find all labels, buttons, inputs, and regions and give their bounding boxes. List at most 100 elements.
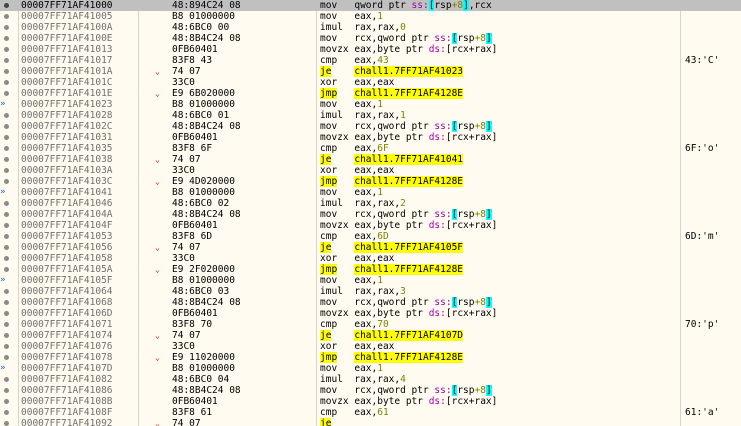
breakpoint-gutter[interactable] bbox=[0, 0, 20, 11]
jump-target[interactable]: chall1.7FF71AF4128E bbox=[354, 176, 464, 187]
instruction-row[interactable]: 00007FF71AF41053 83F8 6D cmp eax,6D 6D:'m' bbox=[0, 231, 741, 242]
breakpoint-gutter[interactable]: » bbox=[0, 275, 20, 286]
breakpoint-dot-icon[interactable] bbox=[4, 58, 9, 63]
breakpoint-dot-icon[interactable] bbox=[4, 179, 9, 184]
breakpoint-dot-icon[interactable] bbox=[4, 36, 9, 41]
disassembly-view[interactable]: 00007FF71AF41000 48:894C24 08 mov qword pt… bbox=[0, 0, 741, 426]
breakpoint-gutter[interactable] bbox=[0, 88, 20, 99]
jump-target[interactable]: chall1.7FF71AF4128E bbox=[354, 88, 464, 99]
instruction-row[interactable]: 00007FF71AF4108F 83F8 61 cmp eax,61 61:'a' bbox=[0, 407, 741, 418]
breakpoint-gutter[interactable]: » bbox=[0, 363, 20, 374]
instruction-row[interactable]: 00007FF71AF4104F 0FB60401 movzx eax,byte p… bbox=[0, 220, 741, 231]
instruction-row[interactable]: 00007FF71AF41017 83F8 43 cmp eax,43 43:'C' bbox=[0, 55, 741, 66]
instruction-row[interactable]: » 00007FF71AF41041 B8 01000000 mov eax,1 bbox=[0, 187, 741, 198]
breakpoint-dot-icon[interactable] bbox=[4, 377, 9, 382]
breakpoint-gutter[interactable] bbox=[0, 396, 20, 407]
breakpoint-dot-icon[interactable] bbox=[4, 267, 9, 272]
instruction-row[interactable]: 00007FF71AF41056 ⌄ 74 07 je chall1.7FF71AF4… bbox=[0, 242, 741, 253]
instruction-row[interactable]: 00007FF71AF4102C 48:8B4C24 08 mov rcx,qwor… bbox=[0, 121, 741, 132]
breakpoint-dot-icon[interactable] bbox=[4, 388, 9, 393]
breakpoint-gutter[interactable] bbox=[0, 33, 20, 44]
breakpoint-dot-icon[interactable] bbox=[4, 234, 9, 239]
jump-target[interactable]: chall1.7FF71AF4107D bbox=[354, 330, 464, 341]
breakpoint-gutter[interactable] bbox=[0, 231, 20, 242]
breakpoint-gutter[interactable] bbox=[0, 77, 20, 88]
instruction-row[interactable]: 00007FF71AF41078 ⌄ E9 11020000 jmp chall1.7… bbox=[0, 352, 741, 363]
instruction-row[interactable]: 00007FF71AF4108B 0FB60401 movzx eax,byte p… bbox=[0, 396, 741, 407]
breakpoint-gutter[interactable]: » bbox=[0, 187, 20, 198]
breakpoint-gutter[interactable]: » bbox=[0, 99, 20, 110]
jump-target[interactable]: chall1.7FF71AF4128E bbox=[354, 264, 464, 275]
breakpoint-gutter[interactable] bbox=[0, 220, 20, 231]
instruction-row[interactable]: 00007FF71AF41031 0FB60401 movzx eax,byte p… bbox=[0, 132, 741, 143]
jump-target[interactable]: chall1.7FF71AF4128E bbox=[354, 352, 464, 363]
breakpoint-dot-icon[interactable] bbox=[4, 410, 9, 415]
instruction-row[interactable]: 00007FF71AF41086 48:8B4C24 08 mov rcx,qwor… bbox=[0, 385, 741, 396]
jump-target[interactable]: chall1.7FF71AF41023 bbox=[354, 66, 464, 77]
breakpoint-dot-icon[interactable] bbox=[4, 168, 9, 173]
breakpoint-gutter[interactable] bbox=[0, 132, 20, 143]
breakpoint-dot-icon[interactable] bbox=[4, 223, 9, 228]
instruction-row[interactable]: 00007FF71AF4103A 33C0 xor eax,eax bbox=[0, 165, 741, 176]
breakpoint-gutter[interactable] bbox=[0, 242, 20, 253]
instruction-row[interactable]: 00007FF71AF4100E 48:8B4C24 08 mov rcx,qwor… bbox=[0, 33, 741, 44]
breakpoint-gutter[interactable] bbox=[0, 165, 20, 176]
instruction-row[interactable]: 00007FF71AF4101A ⌄ 74 07 je chall1.7FF71AF4… bbox=[0, 66, 741, 77]
instruction-row[interactable]: 00007FF71AF41005 B8 01000000 mov eax,1 bbox=[0, 11, 741, 22]
instruction-row[interactable]: 00007FF71AF4100A 48:6BC0 00 imul rax,rax,0 bbox=[0, 22, 741, 33]
breakpoint-gutter[interactable] bbox=[0, 308, 20, 319]
instruction-row[interactable]: » 00007FF71AF4107D B8 01000000 mov eax,1 bbox=[0, 363, 741, 374]
breakpoint-dot-icon[interactable] bbox=[4, 201, 9, 206]
breakpoint-dot-icon[interactable] bbox=[4, 300, 9, 305]
instruction-row[interactable]: 00007FF71AF4101E ⌄ E9 6B020000 jmp chall1.7… bbox=[0, 88, 741, 99]
breakpoint-gutter[interactable] bbox=[0, 286, 20, 297]
breakpoint-dot-icon[interactable] bbox=[4, 157, 9, 162]
instruction-row[interactable]: 00007FF71AF41013 0FB60401 movzx eax,byte p… bbox=[0, 44, 741, 55]
breakpoint-gutter[interactable] bbox=[0, 209, 20, 220]
breakpoint-gutter[interactable] bbox=[0, 198, 20, 209]
breakpoint-dot-icon[interactable] bbox=[4, 322, 9, 327]
breakpoint-dot-icon[interactable] bbox=[4, 311, 9, 316]
breakpoint-dot-icon[interactable] bbox=[4, 344, 9, 349]
breakpoint-gutter[interactable] bbox=[0, 341, 20, 352]
breakpoint-gutter[interactable] bbox=[0, 297, 20, 308]
breakpoint-dot-icon[interactable] bbox=[4, 135, 9, 140]
breakpoint-gutter[interactable] bbox=[0, 407, 20, 418]
instruction-row[interactable]: 00007FF71AF4106D 0FB60401 movzx eax,byte p… bbox=[0, 308, 741, 319]
breakpoint-gutter[interactable] bbox=[0, 319, 20, 330]
breakpoint-gutter[interactable] bbox=[0, 154, 20, 165]
jump-target[interactable]: chall1.7FF71AF41041 bbox=[354, 154, 464, 165]
jump-target[interactable]: chall1.7FF71AF4105F bbox=[354, 242, 464, 253]
breakpoint-dot-icon[interactable] bbox=[4, 113, 9, 118]
breakpoint-dot-icon[interactable] bbox=[4, 47, 9, 52]
instruction-row[interactable]: 00007FF71AF41068 48:8B4C24 08 mov rcx,qwor… bbox=[0, 297, 741, 308]
breakpoint-dot-icon[interactable] bbox=[4, 355, 9, 360]
breakpoint-gutter[interactable] bbox=[0, 352, 20, 363]
breakpoint-gutter[interactable] bbox=[0, 385, 20, 396]
breakpoint-dot-icon[interactable] bbox=[4, 256, 9, 261]
breakpoint-gutter[interactable] bbox=[0, 264, 20, 275]
breakpoint-gutter[interactable] bbox=[0, 66, 20, 77]
breakpoint-gutter[interactable] bbox=[0, 11, 20, 22]
breakpoint-gutter[interactable] bbox=[0, 110, 20, 121]
instruction-row[interactable]: 00007FF71AF41064 48:6BC0 03 imul rax,rax,3 bbox=[0, 286, 741, 297]
breakpoint-dot-icon[interactable] bbox=[4, 80, 9, 85]
instruction-row[interactable]: 00007FF71AF41076 33C0 xor eax,eax bbox=[0, 341, 741, 352]
breakpoint-dot-icon[interactable] bbox=[4, 421, 9, 426]
breakpoint-dot-icon[interactable] bbox=[4, 25, 9, 30]
instruction-row[interactable]: 00007FF71AF41046 48:6BC0 02 imul rax,rax,2 bbox=[0, 198, 741, 209]
instruction-row[interactable]: 00007FF71AF4103C ⌄ E9 4D020000 jmp chall1.7… bbox=[0, 176, 741, 187]
instruction-row[interactable]: 00007FF71AF41058 33C0 xor eax,eax bbox=[0, 253, 741, 264]
breakpoint-dot-icon[interactable] bbox=[4, 245, 9, 250]
breakpoint-gutter[interactable] bbox=[0, 22, 20, 33]
breakpoint-dot-icon[interactable] bbox=[4, 212, 9, 217]
breakpoint-gutter[interactable] bbox=[0, 44, 20, 55]
instruction-row[interactable]: 00007FF71AF41082 48:6BC0 04 imul rax,rax,4 bbox=[0, 374, 741, 385]
breakpoint-gutter[interactable] bbox=[0, 121, 20, 132]
instruction-row[interactable]: 00007FF71AF4105A ⌄ E9 2F020000 jmp chall1.7… bbox=[0, 264, 741, 275]
breakpoint-gutter[interactable] bbox=[0, 55, 20, 66]
instruction-row[interactable]: 00007FF71AF4104A 48:8B4C24 08 mov rcx,qwor… bbox=[0, 209, 741, 220]
breakpoint-gutter[interactable] bbox=[0, 143, 20, 154]
instruction-row[interactable]: 00007FF71AF41035 83F8 6F cmp eax,6F 6F:'o' bbox=[0, 143, 741, 154]
breakpoint-gutter[interactable] bbox=[0, 418, 20, 426]
